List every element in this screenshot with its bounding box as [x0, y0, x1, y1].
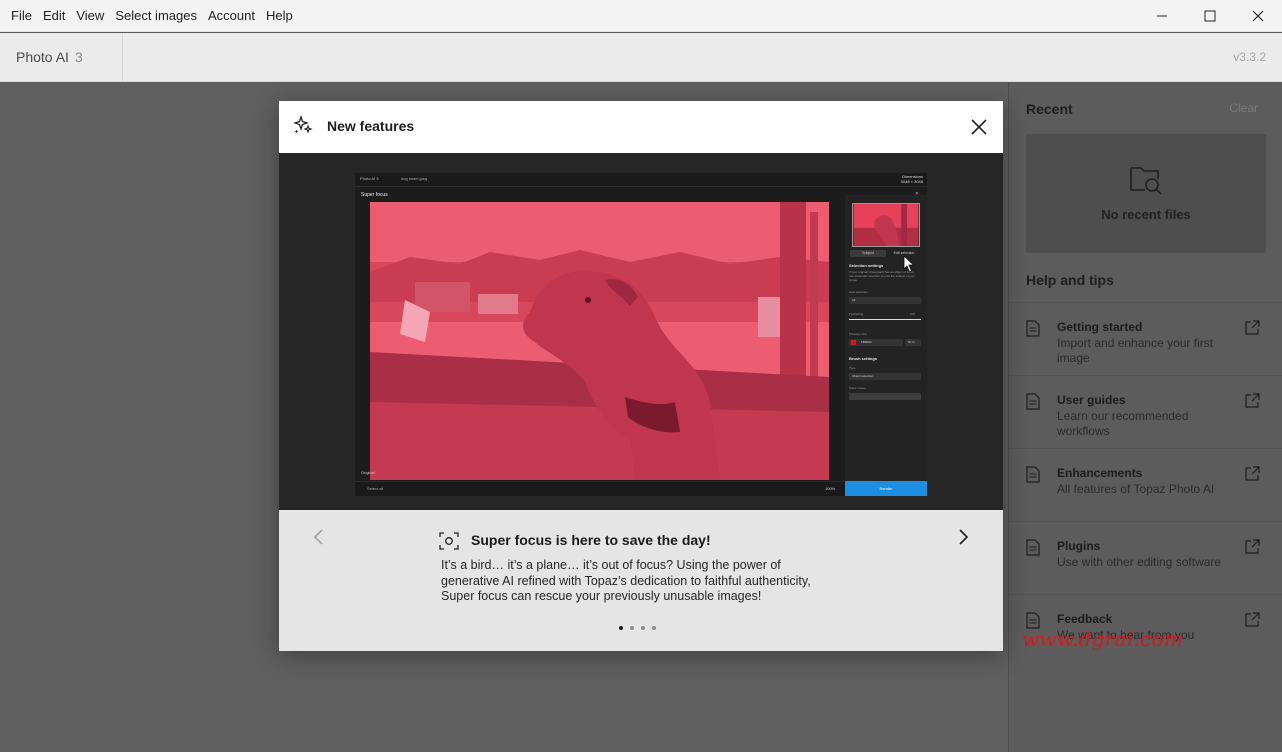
preview-color-label: Preview color — [849, 332, 868, 336]
feature-title: Super focus is here to save the day! — [471, 532, 711, 548]
external-link-icon — [1245, 320, 1260, 335]
modal-header: New features — [279, 101, 1003, 153]
menu-file[interactable]: File — [6, 0, 37, 32]
preview-thumbnail — [852, 203, 920, 247]
carousel-dot[interactable] — [619, 626, 623, 630]
preview-color-swatch — [851, 340, 856, 345]
tip-title: Enhancements — [1057, 466, 1143, 480]
preview-auto-selection-label: Auto selection — [849, 290, 868, 294]
preview-feathering-label: Feathering — [849, 312, 864, 316]
clear-recent-button[interactable]: Clear — [1229, 101, 1258, 115]
preview-feathering-slider — [849, 319, 921, 320]
document-icon — [1026, 320, 1040, 337]
preview-paint-erase-label: Paint / erase — [849, 386, 866, 390]
external-link-icon — [1245, 612, 1260, 627]
menu-select-images[interactable]: Select images — [110, 0, 202, 32]
dog-photo-red-overlay — [370, 202, 829, 480]
app-name: Photo AI — [16, 49, 69, 65]
tip-getting-started[interactable]: Getting started Import and enhance your … — [1009, 302, 1282, 375]
menu-view[interactable]: View — [71, 0, 109, 32]
external-link-icon — [1245, 466, 1260, 481]
tip-plugins[interactable]: Plugins Use with other editing software — [1009, 521, 1282, 594]
focus-icon — [439, 532, 459, 550]
tip-description: Learn our recommended workflows — [1057, 409, 1189, 438]
menu-account[interactable]: Account — [203, 0, 260, 32]
preview-bottom-bar: Select all 100% — [355, 481, 845, 496]
preview-side-panel: Subject Edit selection Selection setting… — [845, 195, 927, 496]
new-features-modal: New features Photo AI 3 dog insert.jpeg … — [279, 101, 1003, 651]
watermark: www.dgrai.com — [1022, 627, 1184, 651]
modal-body: Super focus is here to save the day! It’… — [279, 510, 1003, 651]
preview-dialog-title: Super focus — [361, 192, 388, 198]
preview-dimensions-value: 3048 × 3048 — [900, 179, 923, 184]
feature-preview-image: Photo AI 3 dog insert.jpeg Dimensions 304… — [279, 153, 1003, 510]
menu-edit[interactable]: Edit — [38, 0, 70, 32]
preview-auto-selection-field: All — [849, 297, 921, 304]
preview-type-label: Type — [849, 366, 856, 370]
carousel-dots — [619, 626, 656, 630]
modal-title: New features — [327, 118, 415, 134]
external-link-icon — [1245, 539, 1260, 554]
header-divider — [122, 33, 123, 81]
preview-paint-erase-toggle — [849, 393, 921, 400]
tip-title: User guides — [1057, 393, 1126, 407]
tip-description: Use with other editing software — [1057, 555, 1222, 569]
tip-title: Getting started — [1057, 320, 1143, 334]
tip-description: Import and enhance your first image — [1057, 336, 1214, 365]
menu-help[interactable]: Help — [261, 0, 298, 32]
menu-bar: File Edit View Select images Account Hel… — [0, 0, 1282, 32]
preview-selection-settings: Selection settings — [849, 263, 884, 268]
preview-render-button: Render — [845, 481, 927, 496]
cursor-icon — [903, 255, 915, 273]
chevron-right-icon[interactable] — [953, 527, 973, 547]
close-icon — [1252, 10, 1264, 22]
chevron-left-icon[interactable] — [309, 527, 329, 547]
preview-app-name: Photo AI 3 — [360, 176, 379, 181]
recent-heading: Recent — [1026, 101, 1073, 117]
minimize-icon — [1157, 15, 1167, 17]
tip-description: All features of Topaz Photo AI — [1057, 482, 1215, 496]
preview-color-field: FB0000 — [849, 339, 903, 346]
app-header: Photo AI 3 v3.3.2 — [0, 33, 1282, 82]
external-link-icon — [1245, 393, 1260, 408]
app-major-version: 3 — [74, 49, 83, 65]
help-heading: Help and tips — [1026, 272, 1114, 288]
tip-title: Plugins — [1057, 539, 1101, 553]
tip-user-guides[interactable]: User guides Learn our recommended workfl… — [1009, 375, 1282, 448]
maximize-button[interactable] — [1186, 0, 1234, 32]
preview-brush-settings: Brush settings — [849, 356, 878, 361]
preview-tab-subject: Subject — [850, 250, 886, 257]
no-recent-files-text: No recent files — [1101, 207, 1191, 222]
close-window-button[interactable] — [1234, 0, 1282, 32]
preview-zoom: 100% — [825, 486, 836, 491]
carousel-dot[interactable] — [641, 626, 645, 630]
preview-app-screenshot: Photo AI 3 dog insert.jpeg Dimensions 304… — [355, 173, 927, 496]
app-version: v3.3.2 — [1233, 50, 1266, 64]
sparkle-icon — [293, 115, 313, 134]
preview-opacity-field: 60 % — [905, 339, 921, 346]
minimize-button[interactable] — [1138, 0, 1186, 32]
preview-type-field: Object selection — [849, 373, 921, 380]
recent-files-box: No recent files — [1026, 134, 1266, 253]
maximize-icon — [1204, 10, 1216, 22]
document-icon — [1026, 539, 1040, 556]
window-controls — [1138, 0, 1282, 32]
tip-title: Feedback — [1057, 612, 1113, 626]
preview-original-label: Original — [361, 470, 375, 475]
folder-search-icon — [1130, 167, 1162, 195]
carousel-dot[interactable] — [652, 626, 656, 630]
close-icon[interactable] — [967, 115, 991, 139]
app-title: Photo AI 3 — [16, 33, 83, 81]
preview-topbar: Photo AI 3 dog insert.jpeg Dimensions 304… — [355, 173, 927, 187]
preview-feathering-value: 100 — [910, 312, 916, 316]
preview-select-all: Select all — [367, 486, 384, 491]
right-panel: Recent Clear No recent files Help and ti… — [1008, 82, 1282, 752]
tip-enhancements[interactable]: Enhancements All features of Topaz Photo… — [1009, 448, 1282, 521]
preview-dimensions: Dimensions 3048 × 3048 — [901, 174, 923, 184]
document-icon — [1026, 393, 1040, 410]
carousel-dot[interactable] — [630, 626, 634, 630]
feature-description: It’s a bird… it’s a plane… it’s out of f… — [441, 558, 811, 603]
document-icon — [1026, 466, 1040, 483]
preview-file-name: dog insert.jpeg — [401, 176, 428, 181]
